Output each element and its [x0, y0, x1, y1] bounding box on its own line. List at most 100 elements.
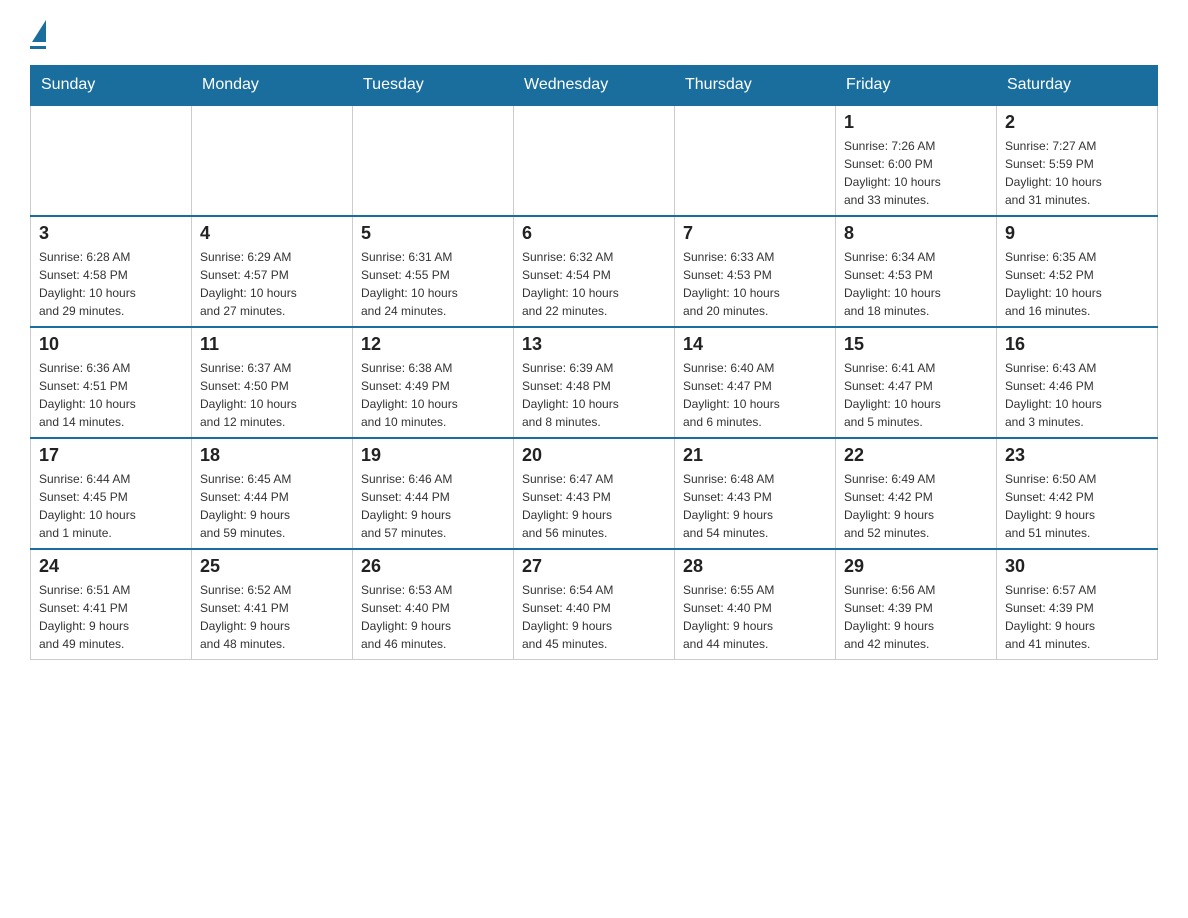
day-info: Sunrise: 6:45 AM Sunset: 4:44 PM Dayligh… [200, 470, 344, 542]
calendar-day-cell: 4 Sunrise: 6:29 AM Sunset: 4:57 PM Daylig… [192, 216, 353, 327]
calendar-day-cell: 30 Sunrise: 6:57 AM Sunset: 4:39 PM Dayli… [997, 549, 1158, 660]
day-number: 13 [522, 334, 666, 355]
day-info: Sunrise: 6:46 AM Sunset: 4:44 PM Dayligh… [361, 470, 505, 542]
logo-triangle-icon [32, 20, 46, 42]
day-number: 25 [200, 556, 344, 577]
calendar-day-cell: 23Sunrise: 6:50 AM Sunset: 4:42 PM Dayli… [997, 438, 1158, 549]
day-info: Sunrise: 6:40 AM Sunset: 4:47 PM Dayligh… [683, 359, 827, 431]
day-info: Sunrise: 6:35 AM Sunset: 4:52 PM Dayligh… [1005, 248, 1149, 320]
day-number: 5 [361, 223, 505, 244]
weekday-header-cell: Tuesday [353, 66, 514, 106]
day-number: 29 [844, 556, 988, 577]
weekday-header-cell: Saturday [997, 66, 1158, 106]
day-number: 8 [844, 223, 988, 244]
day-info: Sunrise: 6:49 AM Sunset: 4:42 PM Dayligh… [844, 470, 988, 542]
day-number: 14 [683, 334, 827, 355]
calendar-week-row: 17 Sunrise: 6:44 AM Sunset: 4:45 PM Dayli… [31, 438, 1158, 549]
calendar-day-cell: 28 Sunrise: 6:55 AM Sunset: 4:40 PM Dayli… [675, 549, 836, 660]
day-info: Sunrise: 6:53 AM Sunset: 4:40 PM Dayligh… [361, 581, 505, 653]
day-number: 21 [683, 445, 827, 466]
calendar-day-cell: 18 Sunrise: 6:45 AM Sunset: 4:44 PM Dayli… [192, 438, 353, 549]
calendar-day-cell: 16 Sunrise: 6:43 AM Sunset: 4:46 PM Dayli… [997, 327, 1158, 438]
day-info: Sunrise: 6:34 AM Sunset: 4:53 PM Dayligh… [844, 248, 988, 320]
day-number: 20 [522, 445, 666, 466]
day-number: 30 [1005, 556, 1149, 577]
calendar-body: 1 Sunrise: 7:26 AM Sunset: 6:00 PM Daylig… [31, 105, 1158, 660]
calendar-day-cell: 7Sunrise: 6:33 AM Sunset: 4:53 PM Daylig… [675, 216, 836, 327]
weekday-header-cell: Friday [836, 66, 997, 106]
day-info: Sunrise: 6:56 AM Sunset: 4:39 PM Dayligh… [844, 581, 988, 653]
weekday-header-cell: Sunday [31, 66, 192, 106]
calendar-day-cell: 15 Sunrise: 6:41 AM Sunset: 4:47 PM Dayli… [836, 327, 997, 438]
calendar-day-cell: 24Sunrise: 6:51 AM Sunset: 4:41 PM Dayli… [31, 549, 192, 660]
day-number: 2 [1005, 112, 1149, 133]
day-number: 1 [844, 112, 988, 133]
day-info: Sunrise: 6:31 AM Sunset: 4:55 PM Dayligh… [361, 248, 505, 320]
calendar-day-cell: 17 Sunrise: 6:44 AM Sunset: 4:45 PM Dayli… [31, 438, 192, 549]
calendar-day-cell: 12Sunrise: 6:38 AM Sunset: 4:49 PM Dayli… [353, 327, 514, 438]
calendar-day-cell: 8 Sunrise: 6:34 AM Sunset: 4:53 PM Daylig… [836, 216, 997, 327]
day-info: Sunrise: 6:43 AM Sunset: 4:46 PM Dayligh… [1005, 359, 1149, 431]
calendar-day-cell: 11Sunrise: 6:37 AM Sunset: 4:50 PM Dayli… [192, 327, 353, 438]
calendar-day-cell: 20Sunrise: 6:47 AM Sunset: 4:43 PM Dayli… [514, 438, 675, 549]
calendar-week-row: 24Sunrise: 6:51 AM Sunset: 4:41 PM Dayli… [31, 549, 1158, 660]
day-info: Sunrise: 6:36 AM Sunset: 4:51 PM Dayligh… [39, 359, 183, 431]
calendar-day-cell: 1 Sunrise: 7:26 AM Sunset: 6:00 PM Daylig… [836, 105, 997, 216]
calendar-day-cell: 25Sunrise: 6:52 AM Sunset: 4:41 PM Dayli… [192, 549, 353, 660]
calendar-day-cell: 9 Sunrise: 6:35 AM Sunset: 4:52 PM Daylig… [997, 216, 1158, 327]
day-info: Sunrise: 6:57 AM Sunset: 4:39 PM Dayligh… [1005, 581, 1149, 653]
calendar-day-cell [353, 105, 514, 216]
day-info: Sunrise: 6:32 AM Sunset: 4:54 PM Dayligh… [522, 248, 666, 320]
day-info: Sunrise: 6:48 AM Sunset: 4:43 PM Dayligh… [683, 470, 827, 542]
calendar-day-cell [514, 105, 675, 216]
calendar-day-cell: 19 Sunrise: 6:46 AM Sunset: 4:44 PM Dayli… [353, 438, 514, 549]
day-number: 18 [200, 445, 344, 466]
day-number: 22 [844, 445, 988, 466]
calendar-day-cell: 21 Sunrise: 6:48 AM Sunset: 4:43 PM Dayli… [675, 438, 836, 549]
calendar-day-cell: 29 Sunrise: 6:56 AM Sunset: 4:39 PM Dayli… [836, 549, 997, 660]
day-number: 27 [522, 556, 666, 577]
calendar-day-cell: 27 Sunrise: 6:54 AM Sunset: 4:40 PM Dayli… [514, 549, 675, 660]
calendar-day-cell: 2 Sunrise: 7:27 AM Sunset: 5:59 PM Daylig… [997, 105, 1158, 216]
weekday-header-row: SundayMondayTuesdayWednesdayThursdayFrid… [31, 66, 1158, 106]
calendar-day-cell: 10 Sunrise: 6:36 AM Sunset: 4:51 PM Dayli… [31, 327, 192, 438]
calendar-week-row: 1 Sunrise: 7:26 AM Sunset: 6:00 PM Daylig… [31, 105, 1158, 216]
day-number: 16 [1005, 334, 1149, 355]
calendar-table: SundayMondayTuesdayWednesdayThursdayFrid… [30, 65, 1158, 660]
day-info: Sunrise: 7:26 AM Sunset: 6:00 PM Dayligh… [844, 137, 988, 209]
day-info: Sunrise: 6:33 AM Sunset: 4:53 PM Dayligh… [683, 248, 827, 320]
day-number: 19 [361, 445, 505, 466]
weekday-header-cell: Monday [192, 66, 353, 106]
day-number: 17 [39, 445, 183, 466]
day-number: 3 [39, 223, 183, 244]
day-number: 26 [361, 556, 505, 577]
day-info: Sunrise: 6:54 AM Sunset: 4:40 PM Dayligh… [522, 581, 666, 653]
day-info: Sunrise: 6:44 AM Sunset: 4:45 PM Dayligh… [39, 470, 183, 542]
day-info: Sunrise: 6:51 AM Sunset: 4:41 PM Dayligh… [39, 581, 183, 653]
day-info: Sunrise: 6:39 AM Sunset: 4:48 PM Dayligh… [522, 359, 666, 431]
calendar-day-cell: 13 Sunrise: 6:39 AM Sunset: 4:48 PM Dayli… [514, 327, 675, 438]
calendar-day-cell: 22 Sunrise: 6:49 AM Sunset: 4:42 PM Dayli… [836, 438, 997, 549]
calendar-day-cell: 26 Sunrise: 6:53 AM Sunset: 4:40 PM Dayli… [353, 549, 514, 660]
calendar-day-cell: 6Sunrise: 6:32 AM Sunset: 4:54 PM Daylig… [514, 216, 675, 327]
day-info: Sunrise: 6:50 AM Sunset: 4:42 PM Dayligh… [1005, 470, 1149, 542]
day-info: Sunrise: 6:29 AM Sunset: 4:57 PM Dayligh… [200, 248, 344, 320]
day-number: 28 [683, 556, 827, 577]
calendar-day-cell: 3Sunrise: 6:28 AM Sunset: 4:58 PM Daylig… [31, 216, 192, 327]
calendar-day-cell: 5 Sunrise: 6:31 AM Sunset: 4:55 PM Daylig… [353, 216, 514, 327]
day-number: 4 [200, 223, 344, 244]
day-number: 15 [844, 334, 988, 355]
day-info: Sunrise: 7:27 AM Sunset: 5:59 PM Dayligh… [1005, 137, 1149, 209]
calendar-day-cell: 14 Sunrise: 6:40 AM Sunset: 4:47 PM Dayli… [675, 327, 836, 438]
day-number: 10 [39, 334, 183, 355]
day-info: Sunrise: 6:41 AM Sunset: 4:47 PM Dayligh… [844, 359, 988, 431]
weekday-header-cell: Wednesday [514, 66, 675, 106]
calendar-week-row: 3Sunrise: 6:28 AM Sunset: 4:58 PM Daylig… [31, 216, 1158, 327]
page-header [30, 20, 1158, 49]
day-number: 9 [1005, 223, 1149, 244]
calendar-day-cell [31, 105, 192, 216]
day-info: Sunrise: 6:55 AM Sunset: 4:40 PM Dayligh… [683, 581, 827, 653]
day-number: 12 [361, 334, 505, 355]
weekday-header-cell: Thursday [675, 66, 836, 106]
logo-underline [30, 46, 46, 49]
